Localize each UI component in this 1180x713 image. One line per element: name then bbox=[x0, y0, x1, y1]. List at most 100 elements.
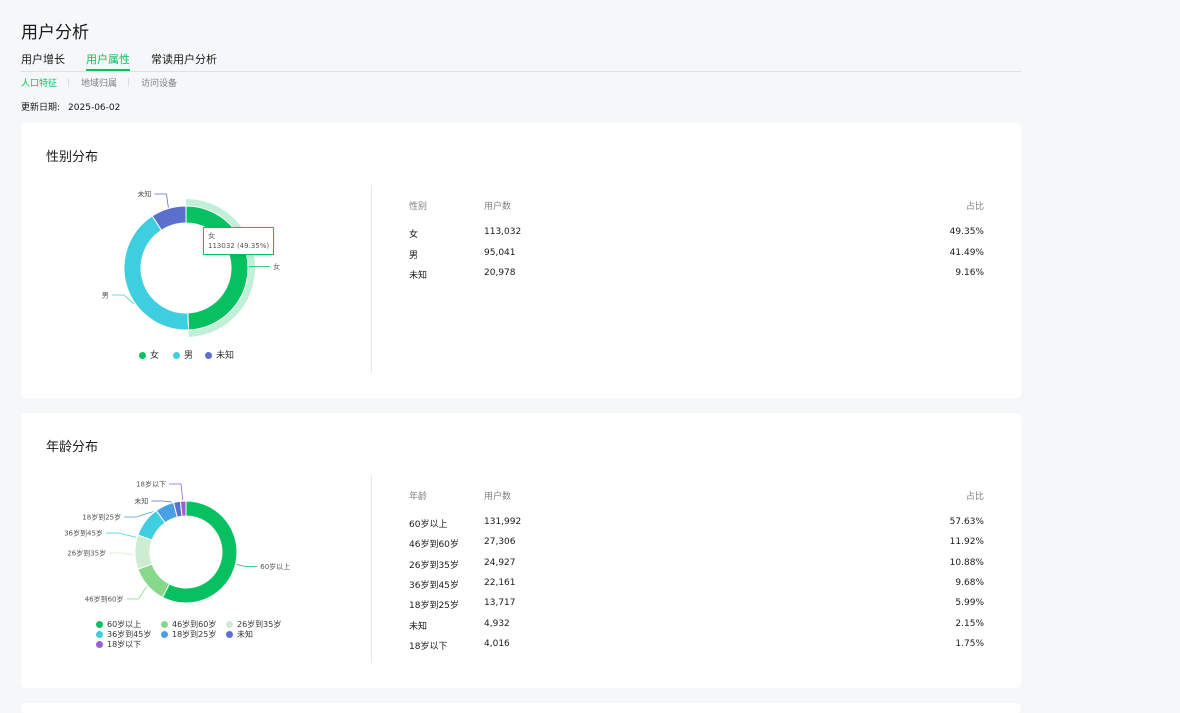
legend-label: 未知 bbox=[216, 351, 234, 361]
table-cell-share: 57.63% bbox=[950, 517, 984, 527]
table-header-age: 年龄 bbox=[409, 489, 427, 502]
legend-dot bbox=[161, 631, 168, 638]
tab-frequent-readers[interactable]: 常读用户分析 bbox=[151, 51, 217, 67]
pie-slice-1[interactable] bbox=[124, 216, 189, 330]
pie-slice-label: 18岁到25岁 bbox=[82, 513, 121, 522]
table-header-users: 用户数 bbox=[484, 489, 511, 502]
table-row: 46岁到60岁27,30611.92% bbox=[409, 537, 984, 551]
table-cell-share: 41.49% bbox=[950, 248, 984, 258]
legend-item-female[interactable]: 女 bbox=[139, 348, 159, 361]
legend-dot bbox=[96, 621, 103, 628]
table-cell-users: 20,978 bbox=[484, 268, 516, 278]
update-date-value: 2025-06-02 bbox=[68, 103, 120, 113]
legend-dot bbox=[96, 641, 103, 648]
table-cell-users: 13,717 bbox=[484, 598, 516, 608]
legend-item-unknown[interactable]: 未知 bbox=[205, 348, 234, 361]
legend-item-age-under-18[interactable]: 18岁以下 bbox=[96, 639, 141, 650]
page-title: 用户分析 bbox=[21, 18, 89, 43]
table-cell-share: 10.88% bbox=[950, 558, 984, 568]
tooltip-series: 女 bbox=[208, 231, 269, 241]
pie-slice-label: 46岁到60岁 bbox=[85, 595, 124, 604]
table-cell-name: 女 bbox=[409, 227, 418, 240]
table-cell-users: 131,992 bbox=[484, 517, 521, 527]
table-cell-share: 2.15% bbox=[955, 619, 984, 629]
main-tabs: 用户增长 用户属性 常读用户分析 bbox=[21, 51, 1021, 72]
legend-dot bbox=[96, 631, 103, 638]
table-cell-users: 4,016 bbox=[484, 639, 510, 649]
legend-item-male[interactable]: 男 bbox=[173, 348, 193, 361]
update-date-label: 更新日期: bbox=[21, 103, 60, 113]
pie-slice-label: 26岁到35岁 bbox=[67, 549, 106, 558]
tooltip-value: 113032 (49.35%) bbox=[208, 241, 269, 251]
subtab-demographics[interactable]: 人口特征 bbox=[21, 76, 57, 89]
pie-leader-line bbox=[237, 564, 258, 566]
pie-leader-line bbox=[169, 484, 183, 500]
pie-leader-line bbox=[151, 501, 171, 502]
pie-slice-label: 男 bbox=[102, 292, 109, 300]
gender-table: 性别 用户数 占比 女113,03249.35%男95,04141.49%未知2… bbox=[409, 199, 984, 279]
table-header-share: 占比 bbox=[966, 489, 984, 502]
gender-pie-chart[interactable]: 女男未知 bbox=[21, 123, 371, 398]
table-cell-users: 24,927 bbox=[484, 558, 516, 568]
subtab-devices[interactable]: 访问设备 bbox=[141, 76, 177, 89]
age-table: 年龄 用户数 占比 60岁以上131,99257.63%46岁到60岁27,30… bbox=[409, 489, 984, 659]
table-cell-users: 113,032 bbox=[484, 227, 521, 237]
table-cell-share: 9.68% bbox=[955, 578, 984, 588]
tab-user-attributes[interactable]: 用户属性 bbox=[86, 51, 130, 67]
legend-item-age-18-25[interactable]: 18岁到25岁 bbox=[161, 629, 216, 640]
subtab-divider bbox=[128, 78, 129, 87]
pie-slice-label: 18岁以下 bbox=[136, 480, 166, 489]
table-cell-name: 36岁到45岁 bbox=[409, 578, 459, 591]
table-cell-share: 11.92% bbox=[950, 537, 984, 547]
table-cell-name: 18岁以下 bbox=[409, 639, 447, 652]
pie-slice-2[interactable] bbox=[135, 535, 152, 569]
legend-label: 46岁到60岁 bbox=[172, 620, 216, 629]
age-card: 年龄分布 60岁以上46岁到60岁26岁到35岁36岁到45岁18岁到25岁未知… bbox=[21, 413, 1021, 688]
table-row: 男 95,041 41.49% bbox=[409, 248, 984, 262]
age-legend: 60岁以上 46岁到60岁 26岁到35岁 36岁到45岁 18岁到25岁 未知… bbox=[96, 619, 296, 649]
gender-chart-tooltip: 女 113032 (49.35%) bbox=[203, 227, 274, 255]
pie-slice-label: 36岁到45岁 bbox=[64, 529, 103, 538]
subtab-region[interactable]: 地域归属 bbox=[81, 76, 117, 89]
table-cell-name: 未知 bbox=[409, 268, 427, 281]
pie-slice-label: 未知 bbox=[134, 497, 148, 506]
table-cell-name: 未知 bbox=[409, 619, 427, 632]
table-cell-share: 9.16% bbox=[955, 268, 984, 278]
table-header-users: 用户数 bbox=[484, 199, 511, 212]
legend-dot bbox=[161, 621, 168, 628]
legend-label: 18岁到25岁 bbox=[172, 630, 216, 639]
table-row: 未知 20,978 9.16% bbox=[409, 268, 984, 282]
update-date: 更新日期: 2025-06-02 bbox=[21, 100, 128, 113]
legend-dot bbox=[226, 631, 233, 638]
table-cell-name: 男 bbox=[409, 248, 418, 261]
table-cell-users: 4,932 bbox=[484, 619, 510, 629]
pie-slice-label: 女 bbox=[273, 262, 280, 271]
next-card bbox=[21, 703, 1021, 713]
legend-item-age-unknown[interactable]: 未知 bbox=[226, 629, 253, 640]
legend-label: 女 bbox=[150, 351, 159, 361]
legend-label: 18岁以下 bbox=[107, 640, 141, 649]
table-row: 60岁以上131,99257.63% bbox=[409, 517, 984, 531]
table-cell-share: 49.35% bbox=[950, 227, 984, 237]
pie-leader-line bbox=[106, 533, 136, 537]
pie-leader-line bbox=[154, 194, 168, 208]
tab-user-growth[interactable]: 用户增长 bbox=[21, 51, 65, 67]
legend-dot bbox=[173, 352, 180, 359]
table-row: 18岁到25岁13,7175.99% bbox=[409, 598, 984, 612]
pie-slice-label: 未知 bbox=[137, 190, 151, 199]
table-row: 36岁到45岁 22,161 9.68% bbox=[409, 578, 984, 592]
pie-leader-line bbox=[109, 553, 134, 555]
table-cell-name: 18岁到25岁 bbox=[409, 598, 459, 611]
card-divider bbox=[371, 185, 372, 373]
pie-leader-line bbox=[127, 586, 147, 599]
table-row: 26岁到35岁 24,927 10.88% bbox=[409, 558, 984, 572]
table-cell-users: 95,041 bbox=[484, 248, 516, 258]
table-row: 女 113,032 49.35% bbox=[409, 227, 984, 241]
table-cell-name: 26岁到35岁 bbox=[409, 558, 459, 571]
legend-dot bbox=[139, 352, 146, 359]
card-divider bbox=[371, 475, 372, 663]
pie-slice-label: 60岁以上 bbox=[260, 562, 290, 571]
table-cell-users: 22,161 bbox=[484, 578, 516, 588]
table-header-gender: 性别 bbox=[409, 199, 427, 212]
table-row: 未知 4,932 2.15% bbox=[409, 619, 984, 633]
